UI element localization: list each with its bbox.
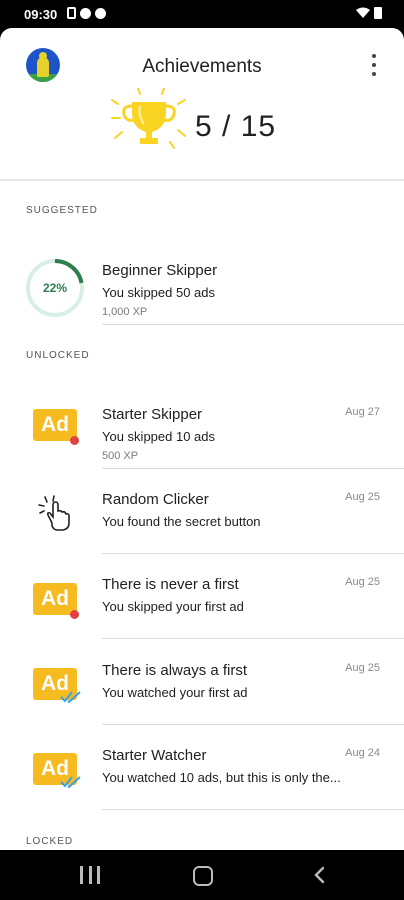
list-item-starter-skipper[interactable]: Ad Starter Skipper You skipped 10 ads 50… bbox=[0, 384, 404, 469]
wifi-icon bbox=[356, 7, 370, 18]
achievement-date: Aug 25 bbox=[345, 491, 380, 503]
trophy-icon bbox=[111, 88, 186, 149]
achievement-xp: 500 XP bbox=[102, 450, 139, 462]
battery-icon bbox=[374, 7, 382, 19]
divider bbox=[102, 324, 404, 325]
section-locked: LOCKED bbox=[26, 836, 74, 847]
achievement-description: You watched 10 ads, but this is only the… bbox=[102, 770, 341, 785]
recents-button[interactable] bbox=[80, 866, 100, 884]
double-check-icon bbox=[60, 691, 81, 704]
achievements-screen: Achievements 5 / 15 SUGGESTED 22% Beginn… bbox=[0, 28, 404, 850]
skip-badge-icon bbox=[70, 610, 79, 619]
phone-icon bbox=[67, 7, 76, 19]
achievement-date: Aug 24 bbox=[345, 747, 380, 759]
status-time: 09:30 bbox=[24, 7, 58, 22]
achievement-description: You skipped 10 ads bbox=[102, 429, 216, 444]
list-item-never-a-first[interactable]: Ad There is never a first You skipped yo… bbox=[0, 554, 404, 639]
phone-screen: 09:30 Achievements 5 / 15 SUGGESTED 22% … bbox=[0, 0, 404, 900]
navigation-bar bbox=[0, 850, 404, 900]
achievement-count: 5 / 15 bbox=[195, 110, 277, 143]
achievement-date: Aug 25 bbox=[345, 662, 380, 674]
achievement-date: Aug 25 bbox=[345, 576, 380, 588]
achievement-date: Aug 27 bbox=[345, 406, 380, 418]
status-bar: 09:30 bbox=[0, 0, 404, 28]
section-unlocked: UNLOCKED bbox=[26, 350, 90, 361]
divider bbox=[102, 638, 404, 639]
divider bbox=[102, 809, 404, 810]
achievement-description: You watched your first ad bbox=[102, 685, 248, 700]
double-check-icon bbox=[60, 776, 81, 789]
achievement-title: Random Clicker bbox=[102, 491, 209, 508]
list-item-starter-watcher[interactable]: Ad Starter Watcher You watched 10 ads, b… bbox=[0, 725, 404, 810]
whatsapp-icon bbox=[80, 7, 91, 19]
more-options-icon[interactable] bbox=[370, 54, 378, 76]
system-icons bbox=[356, 7, 382, 19]
achievement-description: You skipped your first ad bbox=[102, 599, 244, 614]
achievement-title: There is always a first bbox=[102, 662, 248, 679]
ad-skip-icon: Ad bbox=[33, 583, 77, 615]
achievement-description: You skipped 50 ads bbox=[102, 285, 216, 300]
list-item-always-a-first[interactable]: Ad There is always a first You watched y… bbox=[0, 640, 404, 725]
page-title: Achievements bbox=[142, 56, 262, 77]
achievement-title: Beginner Skipper bbox=[102, 262, 218, 279]
skip-badge-icon bbox=[70, 436, 79, 445]
list-item-beginner-skipper[interactable]: 22% Beginner Skipper You skipped 50 ads … bbox=[0, 240, 404, 325]
achievement-title: There is never a first bbox=[102, 576, 239, 593]
home-button[interactable] bbox=[193, 866, 213, 886]
section-suggested: SUGGESTED bbox=[26, 205, 98, 216]
achievement-title: Starter Watcher bbox=[102, 747, 207, 764]
back-button[interactable] bbox=[310, 865, 330, 885]
tap-hand-icon bbox=[38, 495, 70, 531]
progress-percent: 22% bbox=[42, 281, 68, 295]
achievement-description: You found the secret button bbox=[102, 514, 261, 529]
achievement-title: Starter Skipper bbox=[102, 406, 203, 423]
header-divider bbox=[0, 179, 404, 181]
notification-icons bbox=[67, 7, 106, 19]
ad-skip-icon: Ad bbox=[33, 409, 77, 441]
list-item-random-clicker[interactable]: Random Clicker You found the secret butt… bbox=[0, 469, 404, 554]
spotify-icon bbox=[95, 7, 106, 19]
achievement-xp: 1,000 XP bbox=[102, 306, 148, 318]
